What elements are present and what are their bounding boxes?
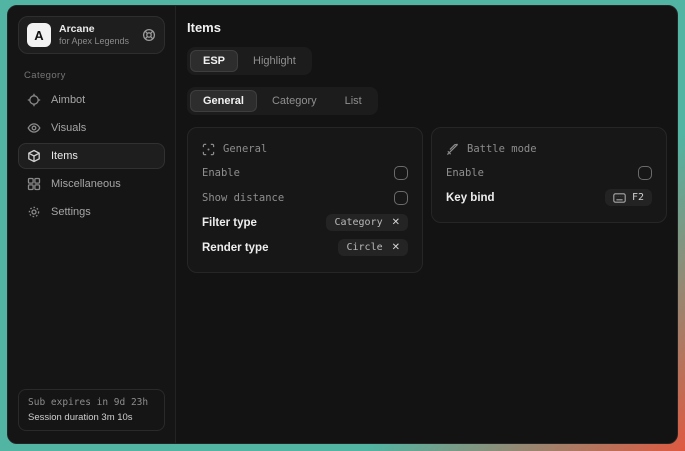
keyboard-icon [613,193,626,203]
page-title: Items [187,20,667,35]
panel-title: General [223,143,267,155]
general-panel-header: General [202,138,408,160]
setting-row-enable: Enable [202,160,408,185]
app-titles: Arcane for Apex Legends [59,23,134,46]
battle-enable-checkbox[interactable] [638,166,652,180]
setting-row-filter-type: Filter type Category ✕ [202,210,408,235]
selected-value: Category [334,217,382,228]
selected-value: Circle [346,242,382,253]
setting-row-key-bind: Key bind F2 [446,185,652,210]
app-logo-letter: A [34,28,43,43]
app-window: A Arcane for Apex Legends Category [7,5,678,444]
focus-icon [202,143,215,156]
support-icon[interactable] [142,28,156,42]
sidebar-item-aimbot[interactable]: Aimbot [18,87,165,113]
sidebar-item-label: Miscellaneous [51,178,121,190]
setting-row-render-type: Render type Circle ✕ [202,235,408,260]
setting-label: Enable [202,167,240,179]
sidebar-item-label: Aimbot [51,94,85,106]
sidebar: A Arcane for Apex Legends Category [8,6,176,443]
tab-list[interactable]: List [332,90,375,112]
package-icon [27,149,41,163]
sidebar-item-label: Items [51,150,78,162]
keybind-button[interactable]: F2 [605,189,652,206]
app-logo: A [27,23,51,47]
enable-checkbox[interactable] [394,166,408,180]
tab-category[interactable]: Category [259,90,330,112]
crosshair-icon [27,93,41,107]
setting-label: Enable [446,167,484,179]
clear-icon[interactable]: ✕ [392,243,400,253]
setting-label: Show distance [202,192,284,204]
battle-mode-panel: Battle mode Enable Key bind [431,127,667,223]
clear-icon[interactable]: ✕ [392,218,400,228]
sub-expiry-text: Sub expires in 9d 23h [28,397,155,408]
tab-esp[interactable]: ESP [190,50,238,72]
mode-tab-group: ESP Highlight [187,47,312,75]
eye-icon [27,121,41,135]
general-panel: General Enable Show distance Filter type… [187,127,423,273]
setting-row-enable: Enable [446,160,652,185]
gear-icon [27,205,41,219]
app-header-card: A Arcane for Apex Legends [18,16,165,54]
tab-general[interactable]: General [190,90,257,112]
sidebar-item-settings[interactable]: Settings [18,199,165,225]
setting-label: Render type [202,242,268,254]
show-distance-checkbox[interactable] [394,191,408,205]
session-duration-text: Session duration 3m 10s [28,412,155,423]
tab-highlight[interactable]: Highlight [240,50,309,72]
setting-row-show-distance: Show distance [202,185,408,210]
app-subtitle: for Apex Legends [59,36,134,47]
sidebar-item-miscellaneous[interactable]: Miscellaneous [18,171,165,197]
sub-tab-group: General Category List [187,87,378,115]
render-type-select[interactable]: Circle ✕ [338,239,408,256]
panel-title: Battle mode [467,143,537,155]
app-name: Arcane [59,23,134,36]
sidebar-item-items[interactable]: Items [18,143,165,169]
filter-type-select[interactable]: Category ✕ [326,214,408,231]
main-content: Items ESP Highlight General Category Lis… [176,6,678,443]
panels-row: General Enable Show distance Filter type… [187,127,667,273]
category-section-label: Category [24,70,165,81]
sidebar-item-label: Settings [51,206,91,218]
battle-mode-panel-header: Battle mode [446,138,652,160]
keybind-value: F2 [632,192,644,203]
subscription-info-card: Sub expires in 9d 23h Session duration 3… [18,389,165,431]
setting-label: Filter type [202,217,257,229]
grid-icon [27,177,41,191]
sidebar-item-label: Visuals [51,122,86,134]
sidebar-nav: Aimbot Visuals Items [18,87,165,225]
sidebar-item-visuals[interactable]: Visuals [18,115,165,141]
setting-label: Key bind [446,192,495,204]
sword-icon [446,143,459,156]
